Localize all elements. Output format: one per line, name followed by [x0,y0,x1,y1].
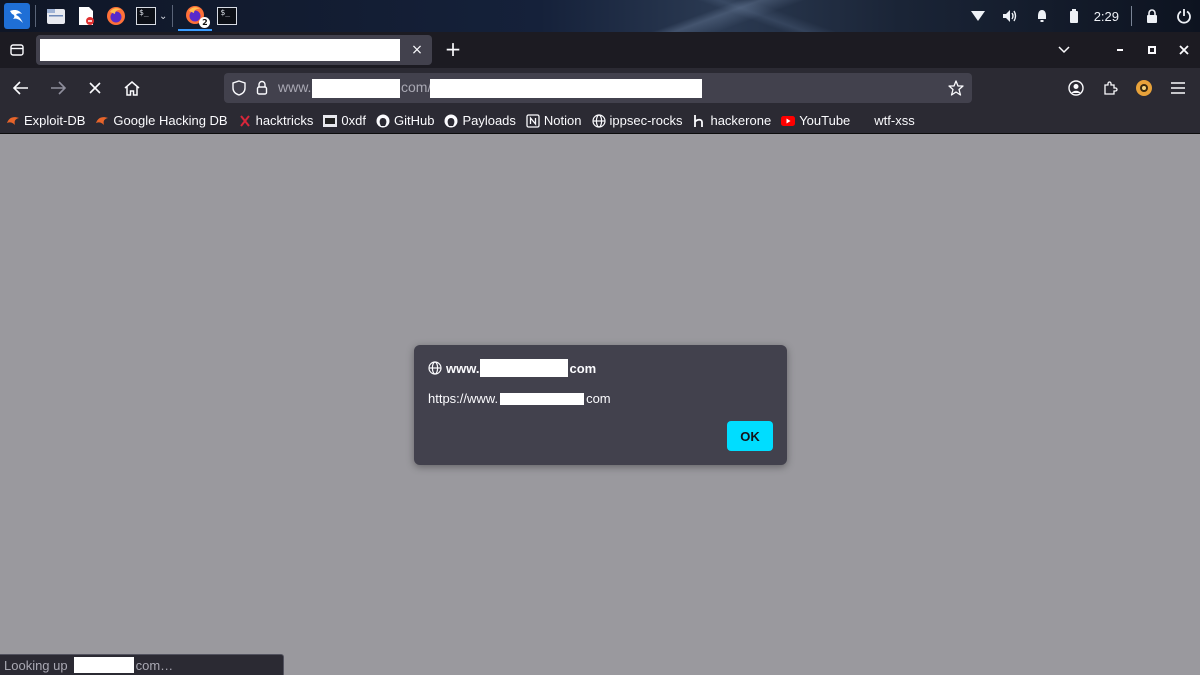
network-icon[interactable] [970,8,986,24]
dialog-message-redacted [500,392,585,405]
tray-separator [1131,6,1132,26]
extension-badge-icon[interactable] [1128,72,1160,104]
url-domain-redacted [312,79,400,98]
dialog-message: https://www. com [428,391,611,406]
ok-button[interactable]: OK [727,421,773,451]
status-suffix: com… [135,657,174,673]
dialog-origin-prefix: www. [446,360,480,376]
globe-icon [428,361,442,375]
status-prefix: Looking up [4,657,68,673]
bookmarks-toolbar: Exploit-DB Google Hacking DB hacktricks … [0,108,1200,134]
bookmark-ippsec-rocks[interactable]: ippsec-rocks [591,113,682,128]
url-tld: com/ [401,79,432,95]
bookmark-github[interactable]: GitHub [376,113,434,128]
youtube-icon [781,114,796,128]
notification-bell-icon[interactable] [1034,8,1050,24]
status-host-redacted [73,657,134,673]
os-top-panel: $_ ⌄ 2 $_ 2:29 [0,0,1200,32]
bookmark-exploit-db[interactable]: Exploit-DB [6,113,85,128]
taskbar-firefox-window[interactable]: 2 [178,1,213,31]
stop-loading-icon[interactable] [79,72,111,104]
exploitdb-icon [6,114,20,128]
url-prefix: www. [278,79,312,95]
tracking-shield-icon[interactable] [232,80,246,100]
exploitdb-icon [95,114,109,128]
tab-active[interactable]: × [36,35,432,65]
home-icon[interactable] [116,72,148,104]
panel-wallpaper-decoration [560,0,920,32]
panel-separator [172,5,174,27]
new-tab-button[interactable]: + [442,38,464,60]
back-arrow-icon[interactable] [5,72,37,104]
panel-separator [35,5,36,27]
bookmark-wtf-xss[interactable]: wtf-xss [874,113,914,128]
url-bar[interactable]: www. com/ [224,73,972,103]
alert-dialog: www. com https://www. com OK [414,345,787,465]
tab-title-redacted [40,39,400,61]
file-manager-icon[interactable] [46,6,66,26]
window-controls [1048,32,1200,68]
tab-close-icon[interactable]: × [408,41,426,59]
bookmark-youtube[interactable]: YouTube [781,113,850,128]
hackerone-icon [692,114,706,128]
status-bar: Looking up com… [0,654,284,675]
bookmark-google-hacking-db[interactable]: Google Hacking DB [95,113,228,128]
system-tray: 2:29 [962,0,1200,32]
bookmark-payloads[interactable]: Payloads [444,113,516,128]
tab-list-icon[interactable] [0,32,34,68]
extensions-icon[interactable] [1094,72,1126,104]
dialog-message-prefix: https://www. [428,391,499,406]
maximize-icon[interactable] [1136,32,1168,68]
url-path-redacted [430,79,702,98]
chevron-down-icon[interactable] [1048,32,1080,68]
toolbar-right-actions [1058,72,1194,104]
bookmark-0xdf[interactable]: 0xdf [323,113,366,128]
firefox-window-icon: 2 [185,5,211,28]
dialog-message-suffix: com [586,391,611,406]
lock-icon[interactable] [256,80,268,99]
account-icon[interactable] [1060,72,1092,104]
0xdf-icon [323,114,338,128]
dialog-origin: www. com [428,359,596,377]
bookmark-star-icon[interactable] [948,80,964,100]
text-editor-icon[interactable] [76,6,96,26]
bookmark-hackerone[interactable]: hackerone [692,113,771,128]
lock-screen-icon[interactable] [1144,8,1160,24]
volume-icon[interactable] [1002,8,1018,24]
hamburger-menu-icon[interactable] [1162,72,1194,104]
battery-icon[interactable] [1066,8,1082,24]
browser-tab-strip: × + [0,32,1200,68]
kali-menu-icon[interactable] [4,3,30,29]
github-icon [444,114,458,128]
minimize-icon[interactable] [1104,32,1136,68]
globe-icon [591,113,606,128]
chevron-down-icon[interactable]: ⌄ [159,11,167,22]
notion-icon [526,113,540,128]
bookmark-hacktricks[interactable]: hacktricks [238,113,313,128]
dialog-origin-suffix: com [569,360,597,376]
forward-arrow-icon[interactable] [42,72,74,104]
dialog-origin-redacted [480,359,569,377]
terminal-launcher-icon[interactable]: $_ [136,6,156,26]
hacktricks-icon [238,114,252,128]
navigation-toolbar: www. com/ [0,68,1200,108]
power-icon[interactable] [1176,8,1192,24]
taskbar-terminal-window[interactable]: $_ [217,6,238,26]
firefox-launcher-icon[interactable] [106,6,126,26]
github-icon [376,114,390,128]
close-window-icon[interactable] [1168,32,1200,68]
clock[interactable]: 2:29 [1094,9,1119,24]
bookmark-notion[interactable]: Notion [526,113,582,128]
window-count-badge: 2 [199,17,211,28]
taskbar-launchers: $_ ⌄ 2 $_ [0,0,242,32]
